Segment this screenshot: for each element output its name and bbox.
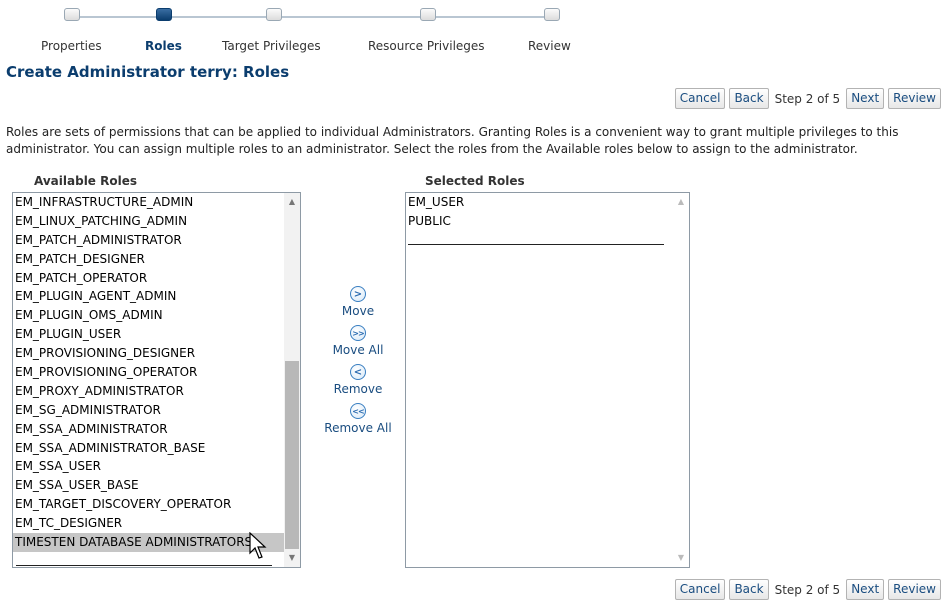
remove-button[interactable]: < Remove	[310, 364, 406, 396]
available-roles-heading: Available Roles	[34, 174, 138, 188]
list-item[interactable]: PUBLIC	[406, 212, 689, 231]
selected-roles-items: EM_USER PUBLIC	[406, 193, 689, 231]
selected-roles-list[interactable]: EM_USER PUBLIC ▲ ▼	[405, 192, 690, 568]
list-item[interactable]: EM_PATCH_DESIGNER	[13, 250, 300, 269]
top-button-bar: Cancel Back Step 2 of 5 Next Review	[674, 88, 941, 109]
cancel-button[interactable]: Cancel	[674, 579, 726, 600]
available-roles-scrollbar[interactable]: ▲ ▼	[284, 193, 300, 567]
move-all-button[interactable]: >> Move All	[310, 325, 406, 357]
instructions-text: Roles are sets of permissions that can b…	[6, 125, 899, 156]
move-button[interactable]: > Move	[310, 286, 406, 318]
train-stop-target-privileges[interactable]	[266, 8, 282, 21]
scroll-up-arrow-icon[interactable]: ▲	[673, 193, 689, 209]
list-item[interactable]: EM_PROXY_ADMINISTRATOR	[13, 382, 300, 401]
page-title: Create Administrator terry: Roles	[6, 63, 290, 81]
list-item[interactable]: EM_SSA_ADMINISTRATOR	[13, 420, 300, 439]
double-chevron-left-icon: <<	[350, 403, 366, 419]
train-label-review[interactable]: Review	[528, 39, 571, 53]
review-button[interactable]: Review	[888, 88, 941, 109]
list-item[interactable]: EM_LINUX_PATCHING_ADMIN	[13, 212, 300, 231]
list-item[interactable]: EM_PROVISIONING_DESIGNER	[13, 344, 300, 363]
process-train: Properties Roles Target Privileges Resou…	[0, 0, 600, 60]
list-item[interactable]: EM_PLUGIN_USER	[13, 325, 300, 344]
review-button[interactable]: Review	[888, 579, 941, 600]
remove-label: Remove	[333, 382, 383, 396]
scroll-thumb[interactable]	[285, 361, 299, 549]
list-item[interactable]: EM_SSA_USER	[13, 457, 300, 476]
list-item[interactable]: EM_SG_ADMINISTRATOR	[13, 401, 300, 420]
train-connector	[172, 16, 266, 18]
bottom-button-bar: Cancel Back Step 2 of 5 Next Review	[674, 579, 941, 600]
list-item[interactable]: EM_TARGET_DISCOVERY_OPERATOR	[13, 495, 300, 514]
back-button[interactable]: Back	[729, 88, 769, 109]
list-underline	[408, 244, 664, 245]
list-item[interactable]: EM_SSA_ADMINISTRATOR_BASE	[13, 439, 300, 458]
list-item[interactable]: EM_PATCH_ADMINISTRATOR	[13, 231, 300, 250]
shuttle-controls: > Move >> Move All < Remove << Remove Al…	[310, 286, 406, 442]
scroll-down-arrow-icon[interactable]: ▼	[284, 551, 300, 567]
scroll-down-arrow-icon[interactable]: ▼	[673, 551, 689, 567]
selected-roles-scrollbar[interactable]: ▲ ▼	[673, 193, 689, 567]
train-connector	[428, 16, 544, 18]
list-item[interactable]: EM_INFRASTRUCTURE_ADMIN	[13, 193, 300, 212]
list-underline	[16, 565, 272, 566]
list-item[interactable]: EM_SSA_USER_BASE	[13, 476, 300, 495]
chevron-left-icon: <	[350, 364, 366, 380]
list-item[interactable]: EM_PLUGIN_OMS_ADMIN	[13, 306, 300, 325]
list-item[interactable]: EM_PATCH_OPERATOR	[13, 269, 300, 288]
train-label-resource-privileges[interactable]: Resource Privileges	[368, 39, 485, 53]
step-indicator: Step 2 of 5	[774, 91, 841, 106]
list-item[interactable]: EM_TC_DESIGNER	[13, 514, 300, 533]
next-button[interactable]: Next	[846, 88, 885, 109]
back-button[interactable]: Back	[729, 579, 769, 600]
selected-roles-heading: Selected Roles	[425, 174, 525, 188]
next-button[interactable]: Next	[846, 579, 885, 600]
train-stop-roles	[156, 8, 172, 21]
list-item[interactable]: EM_USER	[406, 193, 689, 212]
remove-all-label: Remove All	[324, 421, 392, 435]
mouse-pointer-icon	[249, 532, 267, 559]
train-stop-resource-privileges[interactable]	[420, 8, 436, 21]
available-roles-items: EM_INFRASTRUCTURE_ADMIN EM_LINUX_PATCHING…	[13, 193, 300, 552]
train-stop-properties[interactable]	[64, 8, 80, 21]
step-indicator: Step 2 of 5	[774, 582, 841, 597]
train-label-target-privileges[interactable]: Target Privileges	[222, 39, 321, 53]
move-label: Move	[341, 304, 375, 318]
list-item[interactable]: EM_PROVISIONING_OPERATOR	[13, 363, 300, 382]
train-label-roles: Roles	[145, 39, 182, 53]
chevron-right-icon: >	[350, 286, 366, 302]
train-connector	[80, 16, 164, 18]
train-stop-review[interactable]	[544, 8, 560, 21]
scroll-up-arrow-icon[interactable]: ▲	[284, 193, 300, 209]
train-connector	[274, 16, 420, 18]
move-all-label: Move All	[332, 343, 384, 357]
double-chevron-right-icon: >>	[350, 325, 366, 341]
remove-all-button[interactable]: << Remove All	[310, 403, 406, 435]
cancel-button[interactable]: Cancel	[674, 88, 726, 109]
train-label-properties[interactable]: Properties	[41, 39, 102, 53]
list-item[interactable]: EM_PLUGIN_AGENT_ADMIN	[13, 287, 300, 306]
available-roles-list[interactable]: EM_INFRASTRUCTURE_ADMIN EM_LINUX_PATCHING…	[12, 192, 301, 568]
